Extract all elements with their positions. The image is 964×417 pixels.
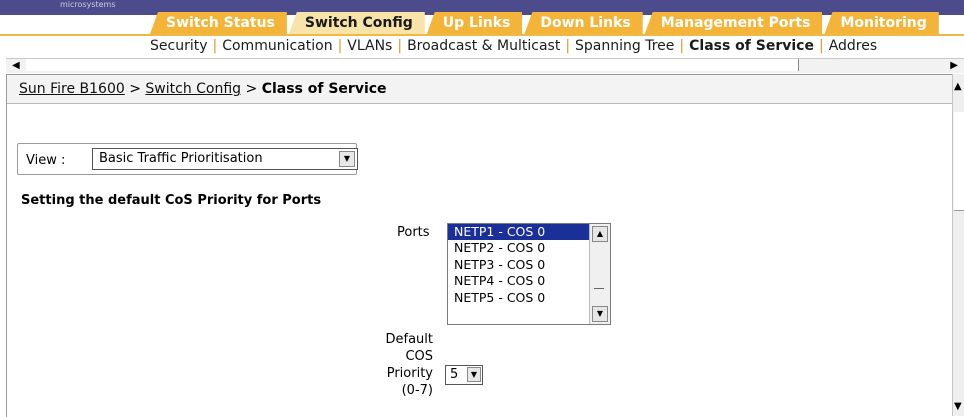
arrow-up-icon[interactable]: ▲ (592, 226, 608, 242)
scrollbar-thumb[interactable] (954, 112, 964, 211)
subnav-separator: | (397, 38, 403, 54)
subnav-separator: | (818, 38, 824, 54)
chevron-down-icon[interactable]: ▼ (467, 367, 481, 382)
arrow-left-icon[interactable]: ◀ (12, 61, 20, 71)
content-frame: Sun Fire B1600 > Switch Config > Class o… (6, 74, 953, 417)
tab-management-ports[interactable]: Management Ports (644, 12, 823, 34)
scrollbar-thumb[interactable] (26, 59, 799, 71)
subnav-item-security[interactable]: Security (150, 38, 208, 54)
subnav-item-address[interactable]: Addres (829, 38, 877, 54)
port-option[interactable]: NETP4 - COS 0 (448, 273, 610, 289)
header-banner: microsystems Switch Status Switch Config… (0, 0, 964, 38)
cos-priority-value: 5 (450, 367, 459, 382)
arrow-down-icon[interactable]: ▼ (592, 306, 608, 322)
main-tabs: Switch Status Switch Config Up Links Dow… (150, 12, 941, 34)
cos-priority-select[interactable]: 5 ▼ (445, 365, 483, 385)
sub-navigation: Security | Communication | VLANs | Broadcast &… (150, 38, 877, 54)
tab-switch-config[interactable]: Switch Config (288, 12, 425, 34)
tab-down-links[interactable]: Down Links (524, 12, 643, 34)
cos-priority-label: Default COS Priority (0-7) (385, 332, 434, 398)
chevron-down-icon[interactable]: ▼ (339, 151, 355, 167)
subnav-item-spanning-tree[interactable]: Spanning Tree (575, 38, 674, 54)
ports-listbox[interactable]: NETP1 - COS 0 NETP2 - COS 0 NETP3 - COS … (447, 223, 611, 325)
subnav-item-vlans[interactable]: VLANs (347, 38, 392, 54)
breadcrumb-separator: > (245, 81, 258, 97)
arrow-right-icon[interactable]: ▶ (950, 61, 958, 71)
breadcrumb-current: Class of Service (261, 81, 387, 97)
port-option[interactable]: NETP3 - COS 0 (448, 257, 610, 273)
ports-scrollbar[interactable]: ▲ ▼ (589, 224, 610, 324)
breadcrumb: Sun Fire B1600 > Switch Config > Class o… (19, 81, 387, 97)
subnav-item-communication[interactable]: Communication (222, 38, 332, 54)
horizontal-scrollbar[interactable]: ◀ ▶ (6, 58, 964, 73)
arrow-down-icon[interactable]: ▼ (954, 402, 962, 412)
subnav-item-class-of-service[interactable]: Class of Service (689, 38, 814, 54)
subnav-item-broadcast-multicast[interactable]: Broadcast & Multicast (407, 38, 560, 54)
breadcrumb-link-root[interactable]: Sun Fire B1600 (19, 81, 125, 97)
arrow-up-icon[interactable]: ▲ (954, 82, 962, 92)
subnav-separator: | (679, 38, 685, 54)
tab-switch-status[interactable]: Switch Status (150, 12, 287, 34)
sub-navigation-bar: Security | Communication | VLANs | Broadcast &… (0, 34, 964, 60)
scrollbar-thumb[interactable] (594, 282, 604, 289)
subnav-separator: | (212, 38, 218, 54)
vertical-scrollbar[interactable]: ▲ ▼ (952, 74, 964, 416)
ports-label: Ports (397, 225, 430, 240)
subnav-separator: | (337, 38, 343, 54)
breadcrumb-link-switch-config[interactable]: Switch Config (145, 81, 241, 97)
breadcrumb-bar: Sun Fire B1600 > Switch Config > Class o… (7, 75, 953, 104)
tab-up-links[interactable]: Up Links (426, 12, 523, 34)
subnav-separator: | (565, 38, 571, 54)
view-selector-group: View : Basic Traffic Prioritisation ▼ (17, 143, 358, 175)
view-select-value: Basic Traffic Prioritisation (99, 151, 263, 166)
port-option[interactable]: NETP2 - COS 0 (448, 240, 610, 256)
brand-logo-text: microsystems (60, 0, 116, 9)
port-option[interactable]: NETP5 - COS 0 (448, 290, 610, 306)
port-option[interactable]: NETP1 - COS 0 (448, 224, 610, 241)
tab-monitoring[interactable]: Monitoring (824, 12, 939, 34)
section-title: Setting the default CoS Priority for Por… (21, 193, 322, 208)
view-select[interactable]: Basic Traffic Prioritisation ▼ (92, 148, 358, 170)
view-label: View : (26, 153, 66, 168)
breadcrumb-separator: > (129, 81, 141, 97)
